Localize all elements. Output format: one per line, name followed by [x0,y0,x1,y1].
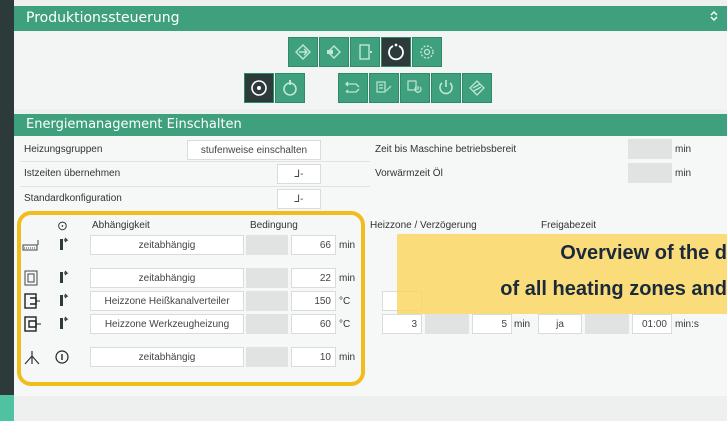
vorwaermzeit-value [628,163,672,183]
right-row4-grey [425,314,469,334]
heizungsgruppen-select[interactable]: stufenweise einschalten [187,140,321,160]
power-cycle-icon[interactable] [381,37,411,67]
zeit-betriebsbereit-unit: min [675,144,692,155]
zeit-betriebsbereit-label: Zeit bis Maschine betriebsbereit [375,144,517,155]
manual-mode-icon[interactable] [244,73,274,103]
heating-program-icon[interactable] [369,73,399,103]
divider [20,186,370,187]
toolbar [14,31,727,109]
vorwaermzeit-label: Vorwärmzeit Öl [375,168,443,179]
right-row4-release[interactable]: ja [538,314,582,334]
heating-power-icon[interactable] [400,73,430,103]
sync-arrows-icon[interactable] [288,37,318,67]
checklist-icon[interactable] [462,73,492,103]
standardkonfiguration-label: Standardkonfiguration [24,193,122,204]
right-row4-delay[interactable]: 5 [472,314,512,334]
right-row4-time-unit: min:s [675,319,699,330]
zeit-betriebsbereit-value [628,139,672,159]
highlight-frame [17,211,365,386]
power-icon[interactable] [431,73,461,103]
right-row4-time[interactable]: 01:00 [632,314,672,334]
vorwaermzeit-unit: min [675,168,692,179]
standardkonfiguration-button[interactable]: ⅃- [277,189,321,209]
fill-sequence-icon[interactable] [319,37,349,67]
mold-open-icon[interactable] [350,37,380,67]
page-title-text: Produktionssteuerung [26,10,180,26]
right-row4-zone[interactable]: 3 [382,314,422,334]
istzeiten-label: Istzeiten übernehmen [24,168,121,179]
auto-mode-icon[interactable] [275,73,305,103]
sequence-icon[interactable] [338,73,368,103]
annotation-overlay: Overview of the d of all heating zones a… [397,234,727,314]
istzeiten-button[interactable]: ⅃- [277,164,321,184]
heizungsgruppen-label: Heizungsgruppen [24,144,103,155]
overlay-line-1: Overview of the d [560,242,727,264]
right-row4-delay-unit: min [514,319,531,330]
left-sidebar-strip [0,0,14,421]
heizzone-header: Heizzone / Verzögerung [370,220,477,231]
chevron-up-down-icon[interactable] [709,6,719,31]
app-window: Produktionssteuerung Energiemanagement E… [0,0,727,421]
overlay-line-2: of all heating zones and [500,278,727,300]
section-title: Energiemanagement Einschalten [14,114,727,136]
sidebar-accent [0,395,14,421]
divider [20,161,370,162]
freigabezeit-header: Freigabezeit [541,220,597,231]
right-row4-grey2 [585,314,629,334]
settings-gear-icon[interactable] [412,37,442,67]
page-title: Produktionssteuerung [14,6,727,31]
